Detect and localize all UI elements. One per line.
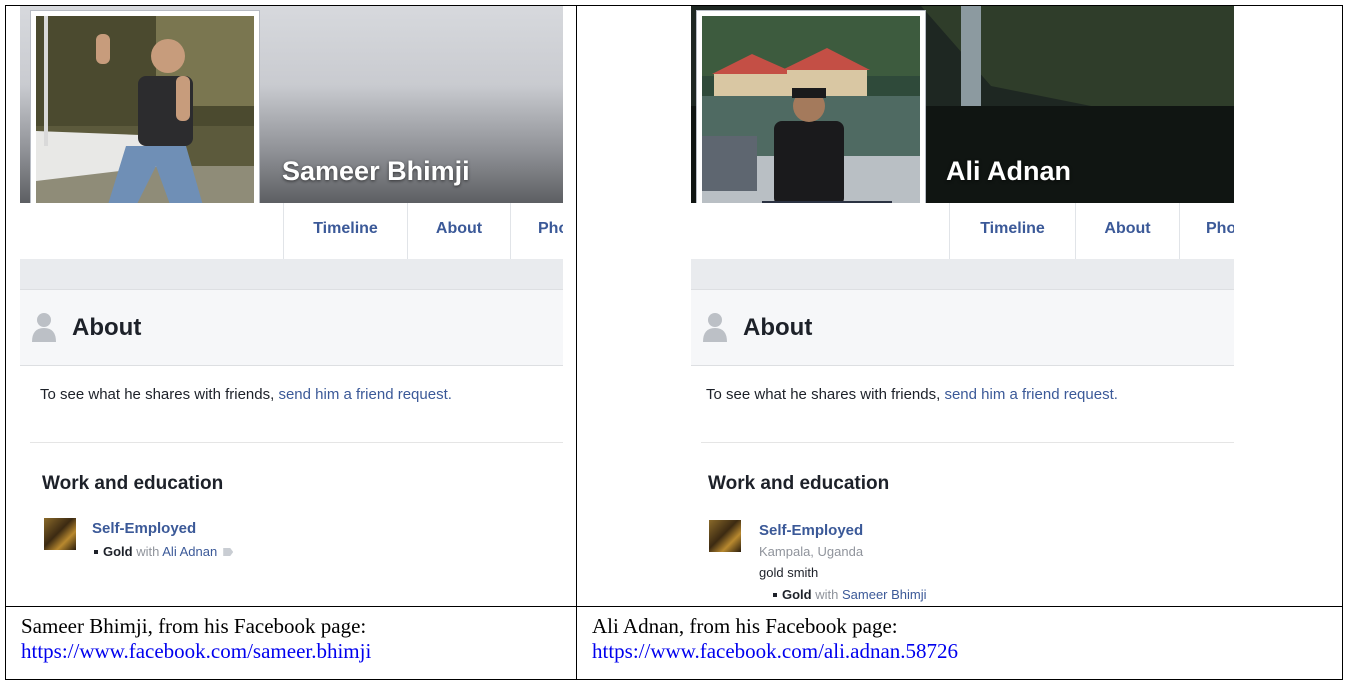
- tab-about[interactable]: About: [407, 203, 510, 259]
- tab-timeline[interactable]: Timeline: [283, 203, 407, 259]
- tab-timeline[interactable]: Timeline: [949, 203, 1075, 259]
- about-title: About: [743, 314, 813, 341]
- caption-left-text: Sameer Bhimji, from his Facebook page:: [21, 614, 367, 638]
- work-project-line: Gold with Sameer Bhimji: [771, 587, 927, 602]
- caption-right: Ali Adnan, from his Facebook page: https…: [592, 614, 958, 664]
- profile-name[interactable]: Sameer Bhimji: [282, 156, 470, 187]
- caption-left-url[interactable]: https://www.facebook.com/sameer.bhimji: [21, 639, 371, 664]
- work-thumbnail[interactable]: [709, 520, 741, 552]
- profile-panel-ali: Ali Adnan Timeline About Pho About To se…: [691, 6, 1234, 606]
- profile-photo-image: [702, 16, 920, 234]
- friend-request-link[interactable]: send him a friend request.: [278, 386, 451, 403]
- profile-nav: Timeline About Pho: [20, 203, 563, 260]
- tag-icon: [223, 548, 234, 556]
- table-divider-vertical: [576, 5, 577, 680]
- work-education-title: Work and education: [708, 473, 890, 494]
- work-role: gold smith: [759, 565, 819, 580]
- section-gap: [20, 259, 563, 289]
- work-thumbnail[interactable]: [44, 518, 76, 550]
- tab-about[interactable]: About: [1075, 203, 1179, 259]
- section-gap: [691, 259, 1234, 289]
- work-project-line: Gold with Ali Adnan: [92, 544, 234, 559]
- profile-photo-image: [36, 16, 254, 234]
- friend-request-line: To see what he shares with friends, send…: [706, 386, 1118, 403]
- friend-request-link[interactable]: send him a friend request.: [944, 386, 1117, 403]
- profile-photo-illustration: [702, 16, 920, 234]
- work-location: Kampala, Uganda: [759, 544, 864, 559]
- tagged-person-link[interactable]: Sameer Bhimji: [842, 587, 927, 602]
- profile-photo-illustration: [36, 16, 254, 234]
- with-label: with: [815, 587, 839, 602]
- about-header: About: [691, 289, 1234, 366]
- person-icon: [32, 313, 56, 342]
- caption-right-url[interactable]: https://www.facebook.com/ali.adnan.58726: [592, 639, 958, 664]
- with-label: with: [136, 544, 160, 559]
- caption-left: Sameer Bhimji, from his Facebook page: h…: [21, 614, 371, 664]
- friend-request-text: To see what he shares with friends,: [40, 386, 275, 403]
- work-education-title: Work and education: [42, 473, 224, 494]
- tab-photos[interactable]: Pho: [510, 203, 563, 259]
- work-name-link[interactable]: Self-Employed: [759, 522, 863, 539]
- work-project: Gold: [782, 587, 812, 602]
- profile-panel-sameer: Sameer Bhimji Timeline About Pho: [20, 6, 563, 606]
- caption-right-text: Ali Adnan, from his Facebook page:: [592, 614, 898, 638]
- divider: [701, 442, 1234, 443]
- profile-name[interactable]: Ali Adnan: [946, 156, 1071, 187]
- friend-request-line: To see what he shares with friends, send…: [40, 386, 452, 403]
- work-project: Gold: [103, 544, 133, 559]
- work-name-link[interactable]: Self-Employed: [92, 520, 196, 537]
- divider: [30, 442, 563, 443]
- friend-request-text: To see what he shares with friends,: [706, 386, 941, 403]
- tagged-person-link[interactable]: Ali Adnan: [162, 544, 217, 559]
- about-header: About: [20, 289, 563, 366]
- tab-photos[interactable]: Pho: [1179, 203, 1234, 259]
- bullet-icon: [94, 550, 98, 554]
- person-icon: [703, 313, 727, 342]
- bullet-icon: [773, 593, 777, 597]
- table-divider-horizontal: [5, 606, 1343, 607]
- about-title: About: [72, 314, 142, 341]
- profile-nav: Timeline About Pho: [691, 203, 1234, 260]
